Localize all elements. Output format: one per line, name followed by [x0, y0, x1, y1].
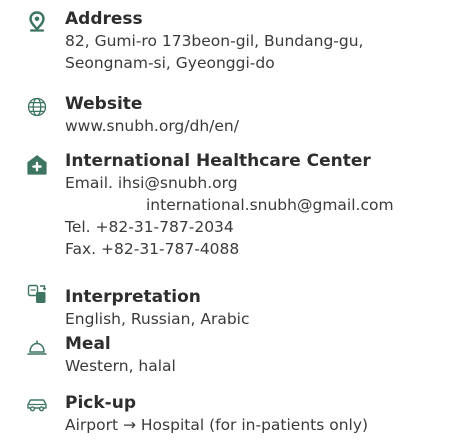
address-line-2: Seongnam-si, Gyeonggi-do	[65, 54, 275, 72]
meal-title: Meal	[65, 334, 111, 354]
translate-phone-icon	[26, 283, 48, 305]
email-line: Email. ihsi@snubh.org	[65, 174, 238, 192]
fax-line: Fax. +82-31-787-4088	[65, 240, 240, 258]
interpretation-title: Interpretation	[65, 287, 201, 307]
globe-icon	[26, 96, 48, 118]
address-title: Address	[65, 9, 143, 29]
healthcare-center-title: International Healthcare Center	[65, 151, 371, 171]
tel-line: Tel. +82-31-787-2034	[65, 218, 234, 236]
pickup-title: Pick-up	[65, 393, 136, 413]
info-list: Address 82, Gumi-ro 173beon-gil, Bundang…	[0, 0, 463, 448]
pickup-route-line: Airport → Hospital (for in-patients only…	[65, 416, 369, 434]
hospital-house-icon	[26, 154, 48, 176]
website-url-link[interactable]: www.snubh.org/dh/en/	[65, 115, 239, 137]
car-icon	[26, 393, 48, 415]
email-line-2: international.snubh@gmail.com	[146, 196, 394, 214]
location-pin-icon	[26, 10, 48, 32]
languages-line: English, Russian, Arabic	[65, 310, 250, 328]
website-title: Website	[65, 94, 143, 114]
meal-options-line: Western, halal	[65, 357, 176, 375]
meal-cloche-icon	[26, 336, 48, 358]
address-line-1: 82, Gumi-ro 173beon-gil, Bundang-gu,	[65, 32, 364, 50]
